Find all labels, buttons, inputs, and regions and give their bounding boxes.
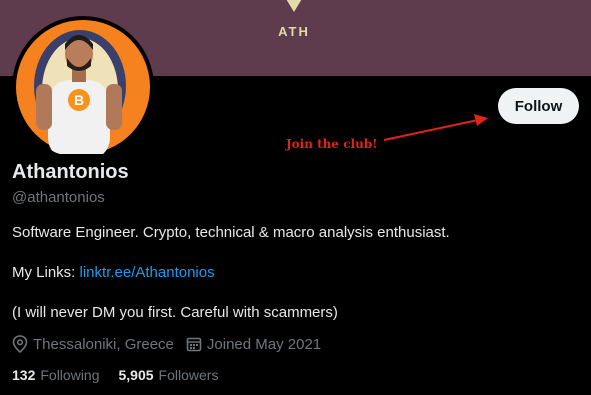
profile-name: Athantonios bbox=[12, 161, 129, 183]
profile-link[interactable]: linktr.ee/Athantonios bbox=[80, 264, 215, 281]
banner-text: ATH bbox=[278, 24, 310, 39]
follow-button[interactable]: Follow bbox=[498, 88, 579, 124]
links-prefix: My Links: bbox=[12, 264, 80, 281]
profile-handle: @athantonios bbox=[12, 189, 105, 206]
location-text: Thessaloniki, Greece bbox=[33, 335, 174, 353]
bio-text: Software Engineer. Crypto, technical & m… bbox=[12, 224, 450, 241]
followers-count: 5,905 bbox=[118, 367, 154, 383]
following-link[interactable]: 132 Following bbox=[12, 367, 100, 383]
following-label: Following bbox=[40, 367, 100, 383]
location: Thessaloniki, Greece bbox=[12, 335, 174, 353]
avatar-photo: B bbox=[16, 20, 150, 154]
bio-warning: (I will never DM you first. Careful with… bbox=[12, 304, 338, 321]
followers-label: Followers bbox=[158, 367, 219, 383]
profile-meta: Thessaloniki, Greece Joined May 2021 bbox=[12, 335, 333, 353]
avatar[interactable]: B bbox=[12, 16, 154, 158]
location-pin-icon bbox=[12, 335, 28, 353]
arrow-icon bbox=[383, 114, 488, 141]
joined-text: Joined May 2021 bbox=[206, 335, 322, 353]
calendar-icon bbox=[186, 337, 202, 352]
followers-link[interactable]: 5,905 Followers bbox=[119, 367, 219, 383]
profile-stats: 132 Following 5,905 Followers bbox=[12, 367, 237, 383]
svg-text:B: B bbox=[74, 92, 84, 108]
annotation-text: Join the club! bbox=[286, 137, 378, 151]
following-count: 132 bbox=[12, 367, 36, 383]
banner-logo-icon bbox=[286, 0, 302, 12]
bio-links: My Links: linktr.ee/Athantonios bbox=[12, 264, 215, 281]
join-date: Joined May 2021 bbox=[186, 336, 321, 353]
